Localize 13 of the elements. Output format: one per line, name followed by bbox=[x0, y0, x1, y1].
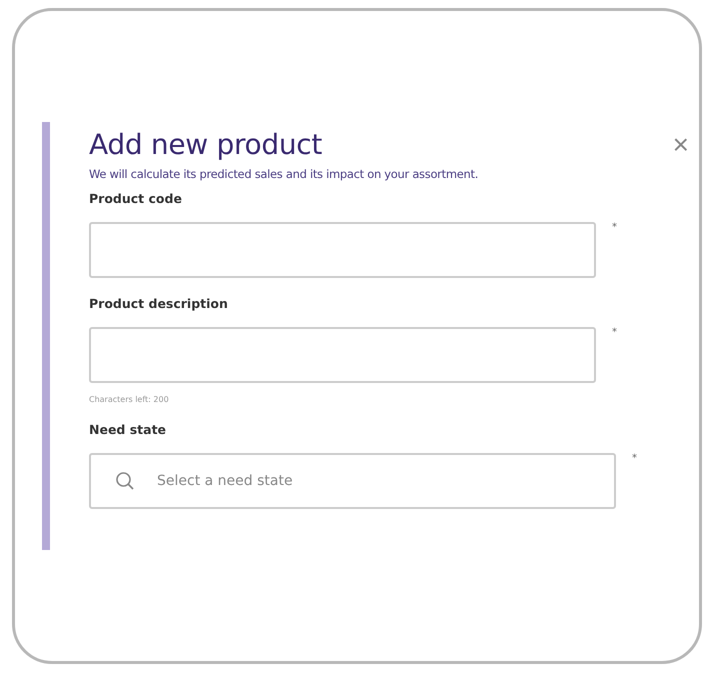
dialog-title: Add new product bbox=[89, 128, 322, 161]
required-mark: * bbox=[612, 222, 617, 233]
required-mark: * bbox=[612, 327, 617, 338]
field-label: Need state bbox=[89, 422, 168, 437]
search-field[interactable]: Select a need state bbox=[89, 453, 616, 509]
dialog-subtitle: We will calculate its predicted sales and its impact on your assortment. bbox=[89, 167, 480, 181]
field-label: Product description bbox=[89, 296, 229, 311]
input-field[interactable] bbox=[89, 327, 596, 383]
field-label: Product code bbox=[89, 191, 183, 206]
required-mark: * bbox=[632, 453, 637, 464]
input-field[interactable] bbox=[89, 222, 596, 278]
close-button[interactable]: × bbox=[672, 130, 689, 158]
character-counter: Characters left: 200 bbox=[89, 395, 170, 404]
